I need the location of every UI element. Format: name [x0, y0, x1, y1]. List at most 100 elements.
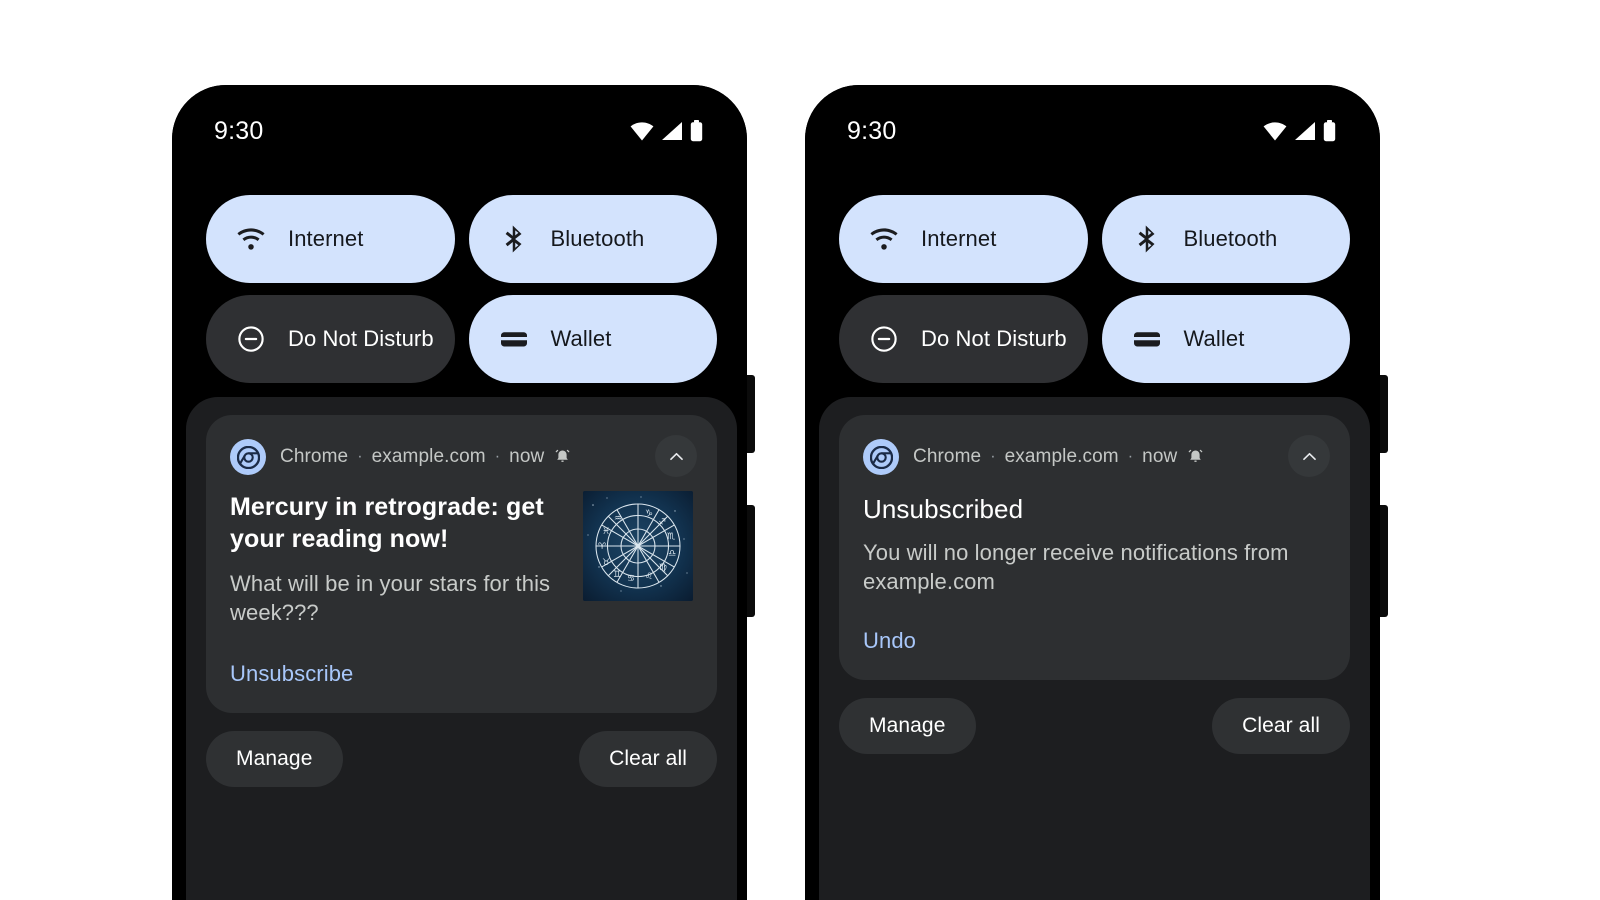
- wifi-icon: [237, 228, 265, 250]
- notification-title: Unsubscribed: [863, 494, 1024, 524]
- notification-app-name: Chrome: [913, 446, 982, 467]
- qs-tile-label: Internet: [288, 226, 364, 251]
- qs-tile-label: Do Not Disturb: [288, 326, 434, 351]
- notification-time: now: [1142, 446, 1178, 467]
- wifi-icon: [630, 122, 654, 141]
- notification-time: now: [509, 446, 545, 467]
- unsubscribe-link[interactable]: Unsubscribe: [230, 661, 353, 687]
- notification-shade: Chrome · example.com · now: [186, 397, 737, 900]
- qs-tile-label: Bluetooth: [1183, 226, 1278, 251]
- svg-text:♏: ♏: [667, 532, 675, 542]
- chrome-icon: [863, 439, 899, 475]
- notification-shade: Chrome · example.com · now: [819, 397, 1370, 900]
- status-bar: 9:30: [172, 85, 747, 177]
- status-bar: 9:30: [805, 85, 1380, 177]
- undo-link[interactable]: Undo: [863, 628, 916, 654]
- chrome-icon: [230, 439, 266, 475]
- svg-text:♉: ♉: [602, 558, 610, 568]
- wallet-icon: [500, 332, 527, 347]
- svg-text:♐: ♐: [658, 518, 666, 528]
- wallet-icon: [1133, 332, 1160, 347]
- meta-separator: ·: [1127, 448, 1134, 465]
- chevron-up-icon: [1302, 452, 1316, 460]
- quick-settings-grid: Internet Bluetooth Do Not Disturb Wallet: [206, 195, 717, 383]
- phone-device-after: 9:30 Internet Bluetooth Do Not Disturb W…: [805, 85, 1388, 900]
- manage-button[interactable]: Manage: [206, 731, 343, 788]
- notification-card[interactable]: Chrome · example.com · now: [839, 415, 1350, 681]
- clear-all-button[interactable]: Clear all: [1212, 698, 1350, 755]
- shade-action-row: Manage Clear all: [839, 698, 1350, 755]
- zodiac-wheel-image: ♑ ♐ ♏ ♎ ♍ ♌ ♋ ♊ ♉ ♈ ♓ ♒: [583, 491, 693, 601]
- qs-tile-label: Bluetooth: [550, 226, 645, 251]
- meta-separator: ·: [990, 448, 996, 465]
- clear-all-button[interactable]: Clear all: [579, 731, 717, 788]
- notification-text-block: Unsubscribed You will no longer receive …: [863, 493, 1326, 596]
- qs-tile-internet[interactable]: Internet: [839, 195, 1088, 283]
- notification-meta: Chrome · example.com · now: [913, 446, 1205, 468]
- svg-text:♑: ♑: [645, 509, 653, 519]
- notification-meta: Chrome · example.com · now: [280, 446, 572, 468]
- qs-tile-wallet[interactable]: Wallet: [468, 295, 717, 383]
- qs-tile-bluetooth[interactable]: Bluetooth: [468, 195, 717, 283]
- status-bar-clock: 9:30: [847, 116, 897, 145]
- cellular-signal-icon: [1295, 122, 1315, 140]
- status-bar-icons: [630, 120, 703, 142]
- svg-text:♋: ♋: [627, 574, 635, 584]
- qs-tile-label: Internet: [921, 226, 997, 251]
- notification-app-name: Chrome: [280, 446, 349, 467]
- quick-settings-grid: Internet Bluetooth Do Not Disturb Wallet: [839, 195, 1350, 383]
- notification-description: What will be in your stars for this week…: [230, 571, 551, 626]
- chevron-up-icon: [669, 452, 683, 460]
- status-bar-icons: [1263, 120, 1336, 142]
- power-button[interactable]: [747, 375, 755, 453]
- notification-description: You will no longer receive notifications…: [863, 540, 1289, 595]
- notification-card[interactable]: Chrome · example.com · now: [206, 415, 717, 714]
- qs-tile-label: Do Not Disturb: [921, 326, 1067, 351]
- qs-tile-bluetooth[interactable]: Bluetooth: [1101, 195, 1350, 283]
- screenshot-canvas: 9:30 Internet Bluetooth Do Not Disturb W…: [0, 0, 1600, 900]
- do-not-disturb-icon: [238, 326, 264, 352]
- qs-tile-do-not-disturb[interactable]: Do Not Disturb: [839, 295, 1088, 383]
- collapse-notification-button[interactable]: [1288, 435, 1330, 477]
- manage-button[interactable]: Manage: [839, 698, 976, 755]
- bell-ringing-icon: [1186, 448, 1205, 467]
- wifi-icon: [870, 228, 898, 250]
- wifi-icon: [1263, 122, 1287, 141]
- notification-header: Chrome · example.com · now: [863, 437, 1326, 477]
- collapse-notification-button[interactable]: [655, 435, 697, 477]
- qs-tile-wallet[interactable]: Wallet: [1101, 295, 1350, 383]
- notification-source: example.com: [1004, 446, 1119, 467]
- phone-device-before: 9:30 Internet Bluetooth Do Not Disturb W…: [172, 85, 755, 900]
- phone-screen-after: 9:30 Internet Bluetooth Do Not Disturb W…: [805, 85, 1380, 900]
- battery-icon: [690, 120, 703, 142]
- bluetooth-icon: [1138, 225, 1154, 253]
- svg-text:♓: ♓: [602, 527, 610, 537]
- svg-text:♊: ♊: [613, 570, 621, 580]
- svg-text:♈: ♈: [598, 542, 607, 552]
- qs-tile-do-not-disturb[interactable]: Do Not Disturb: [206, 295, 455, 383]
- qs-tile-label: Wallet: [550, 326, 612, 351]
- shade-action-row: Manage Clear all: [206, 731, 717, 788]
- do-not-disturb-icon: [871, 326, 897, 352]
- svg-text:♌: ♌: [645, 572, 653, 582]
- battery-icon: [1323, 120, 1336, 142]
- bell-ringing-icon: [553, 448, 572, 467]
- notification-header: Chrome · example.com · now: [230, 437, 693, 477]
- volume-button[interactable]: [747, 505, 755, 617]
- cellular-signal-icon: [662, 122, 682, 140]
- volume-button[interactable]: [1380, 505, 1388, 617]
- meta-separator: ·: [357, 448, 363, 465]
- notification-source: example.com: [371, 446, 486, 467]
- svg-text:♒: ♒: [614, 514, 622, 524]
- meta-separator: ·: [494, 448, 501, 465]
- phone-screen-before: 9:30 Internet Bluetooth Do Not Disturb W…: [172, 85, 747, 900]
- notification-text-block: Mercury in retrograde: get your reading …: [230, 491, 565, 627]
- qs-tile-internet[interactable]: Internet: [206, 195, 455, 283]
- svg-text:♍: ♍: [659, 563, 667, 573]
- status-bar-clock: 9:30: [214, 116, 264, 145]
- notification-title: Mercury in retrograde: get your reading …: [230, 493, 544, 553]
- qs-tile-label: Wallet: [1183, 326, 1245, 351]
- svg-text:♎: ♎: [668, 549, 676, 559]
- bluetooth-icon: [505, 225, 521, 253]
- power-button[interactable]: [1380, 375, 1388, 453]
